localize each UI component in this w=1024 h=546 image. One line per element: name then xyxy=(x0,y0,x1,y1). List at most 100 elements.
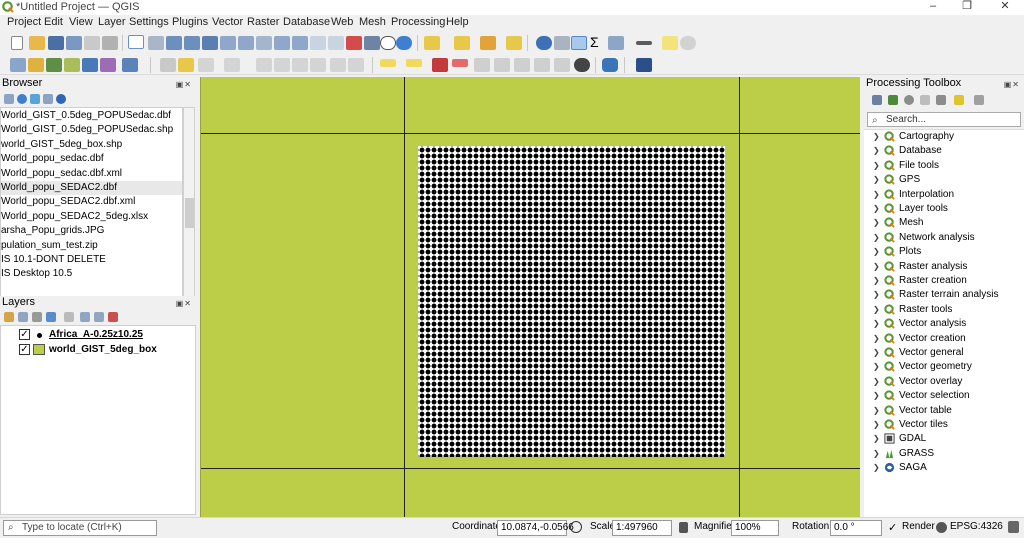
toolbox-provider-vector-analysis[interactable]: ❯ Vector analysis xyxy=(864,317,1022,331)
menu-processing[interactable]: Processing xyxy=(391,16,445,28)
zoom-out-icon[interactable] xyxy=(184,36,200,50)
label-icon[interactable] xyxy=(380,59,396,67)
zoom-next-icon[interactable] xyxy=(292,36,308,50)
expand-arrow-icon[interactable]: ❯ xyxy=(873,404,880,418)
toolbox-provider-interpolation[interactable]: ❯ Interpolation xyxy=(864,188,1022,202)
remove-layer-icon[interactable] xyxy=(108,312,118,322)
pan-hand-icon[interactable] xyxy=(128,35,144,49)
expand-arrow-icon[interactable]: ❯ xyxy=(873,375,880,389)
zoom-selection-icon[interactable] xyxy=(220,36,236,50)
menu-web[interactable]: Web xyxy=(331,16,353,28)
show-bookmarks-icon[interactable] xyxy=(364,36,380,50)
show-hide-labels-icon[interactable] xyxy=(534,58,550,72)
help-icon[interactable] xyxy=(636,58,652,72)
zoom-full-icon[interactable] xyxy=(202,36,218,50)
browser-item[interactable]: World_GIST_0.5deg_POPUSedac.shp xyxy=(1,123,173,137)
layer-item-world-box[interactable]: ✓ world_GIST_5deg_box xyxy=(17,343,187,357)
browser-item[interactable]: world_GIST_5deg_box.shp xyxy=(1,138,122,152)
toolbox-search-input[interactable]: ⌕ Search... xyxy=(867,112,1021,127)
models-icon[interactable] xyxy=(872,95,882,105)
identify-icon[interactable] xyxy=(536,36,552,50)
label-properties-icon[interactable] xyxy=(554,58,570,72)
expand-arrow-icon[interactable]: ❯ xyxy=(873,332,880,346)
move-label-icon[interactable] xyxy=(474,58,490,72)
panel-float-close-icon[interactable]: ▣✕ xyxy=(1004,78,1020,91)
crs-globe-icon[interactable] xyxy=(936,522,947,533)
toolbox-provider-saga[interactable]: ❯ SAGA xyxy=(864,461,1022,475)
close-button[interactable]: ✕ xyxy=(990,0,1020,14)
settings-disabled-icon[interactable] xyxy=(680,36,696,50)
menu-settings[interactable]: Settings xyxy=(129,16,169,28)
vertex-tool-icon[interactable] xyxy=(224,58,240,72)
panel-float-close-icon[interactable]: ▣✕ xyxy=(176,78,192,91)
toolbox-provider-vector-geometry[interactable]: ❯ Vector geometry xyxy=(864,360,1022,374)
cut-features-icon[interactable] xyxy=(274,58,290,72)
zoom-native-icon[interactable] xyxy=(256,36,272,50)
layer-visibility-checkbox[interactable]: ✓ xyxy=(19,329,30,340)
data-source-manager-icon[interactable] xyxy=(10,58,26,72)
scale-field[interactable]: 1:497960 xyxy=(612,520,672,536)
open-project-icon[interactable] xyxy=(29,36,45,50)
select-features-icon[interactable] xyxy=(424,36,440,50)
rotation-field[interactable]: 0.0 ° xyxy=(830,520,882,536)
expand-arrow-icon[interactable]: ❯ xyxy=(873,389,880,403)
paste-features-icon[interactable] xyxy=(310,58,326,72)
new-virtual-layer-icon[interactable] xyxy=(100,58,116,72)
layer-item-africa[interactable]: ✓ Africa_A-0.25z10.25 xyxy=(17,328,187,342)
temporal-controller-icon[interactable] xyxy=(380,36,396,50)
browser-item[interactable]: World_popu_sedac.dbf.xml xyxy=(1,167,122,181)
map-canvas[interactable] xyxy=(200,77,860,517)
zoom-in-icon[interactable] xyxy=(166,36,182,50)
select-by-location-icon[interactable] xyxy=(506,36,522,50)
edit-features-in-place-icon[interactable] xyxy=(936,95,946,105)
expand-arrow-icon[interactable]: ❯ xyxy=(873,159,880,173)
validate-icon[interactable] xyxy=(122,58,138,72)
statistics-sigma-icon[interactable]: Σ xyxy=(590,35,602,49)
style-manager-icon[interactable] xyxy=(4,312,14,322)
expand-arrow-icon[interactable]: ❯ xyxy=(873,447,880,461)
save-as-icon[interactable] xyxy=(66,36,82,50)
browser-item[interactable]: World_popu_SEDAC2.dbf.xml xyxy=(1,195,135,209)
history-icon[interactable] xyxy=(904,95,914,105)
measure-line-icon[interactable] xyxy=(636,41,652,45)
toolbox-provider-raster-creation[interactable]: ❯ Raster creation xyxy=(864,274,1022,288)
panel-float-close-icon[interactable]: ▣✕ xyxy=(176,297,192,310)
expand-arrow-icon[interactable]: ❯ xyxy=(873,173,880,187)
delete-selected-icon[interactable] xyxy=(256,58,272,72)
filter-legend-icon[interactable] xyxy=(46,312,56,322)
new-map-view-icon[interactable] xyxy=(310,36,326,50)
pan-to-selection-icon[interactable] xyxy=(148,36,164,50)
expand-arrow-icon[interactable]: ❯ xyxy=(873,432,880,446)
refresh-icon[interactable] xyxy=(396,36,412,50)
toolbox-provider-layer-tools[interactable]: ❯ Layer tools xyxy=(864,202,1022,216)
browser-item[interactable]: IS Desktop 10.5 xyxy=(1,267,72,281)
browser-item[interactable]: World_popu_SEDAC2.dbf xyxy=(1,181,182,195)
expand-arrow-icon[interactable]: ❯ xyxy=(873,216,880,230)
maximize-button[interactable]: ❐ xyxy=(952,0,982,14)
menu-help[interactable]: Help xyxy=(446,16,469,28)
expand-all-icon[interactable] xyxy=(80,312,90,322)
label-toolbar-icon[interactable] xyxy=(406,59,422,67)
toolbox-provider-gdal[interactable]: ❯ GDAL xyxy=(864,432,1022,446)
locator-search-input[interactable]: ⌕ Type to locate (Ctrl+K) xyxy=(3,520,157,536)
filter-expression-icon[interactable] xyxy=(64,312,74,322)
new-temp-layer-icon[interactable] xyxy=(64,58,80,72)
table-view-icon[interactable] xyxy=(608,36,624,50)
coordinate-field[interactable]: 10.0874,-0.0566 xyxy=(497,520,574,536)
browser-item[interactable]: World_popu_sedac.dbf xyxy=(1,152,104,166)
menu-project[interactable]: Project xyxy=(7,16,41,28)
new-geopackage-icon[interactable] xyxy=(28,58,44,72)
expand-arrow-icon[interactable]: ❯ xyxy=(873,461,880,475)
zoom-layer-icon[interactable] xyxy=(238,36,254,50)
expand-arrow-icon[interactable]: ❯ xyxy=(873,288,880,302)
processing-gear-icon[interactable] xyxy=(571,36,587,50)
highlight-labels-icon[interactable] xyxy=(452,59,468,67)
select-by-value-icon[interactable] xyxy=(454,36,470,50)
toolbox-provider-cartography[interactable]: ❯ Cartography xyxy=(864,130,1022,144)
pin-labels-icon[interactable] xyxy=(432,58,448,72)
info-icon[interactable] xyxy=(56,94,66,104)
new-spatialite-icon[interactable] xyxy=(82,58,98,72)
browser-item[interactable]: World_GIST_0.5deg_POPUSedac.dbf xyxy=(1,109,171,123)
filter-icon[interactable] xyxy=(30,94,40,104)
crs-label[interactable]: EPSG:4326 xyxy=(950,521,1003,532)
